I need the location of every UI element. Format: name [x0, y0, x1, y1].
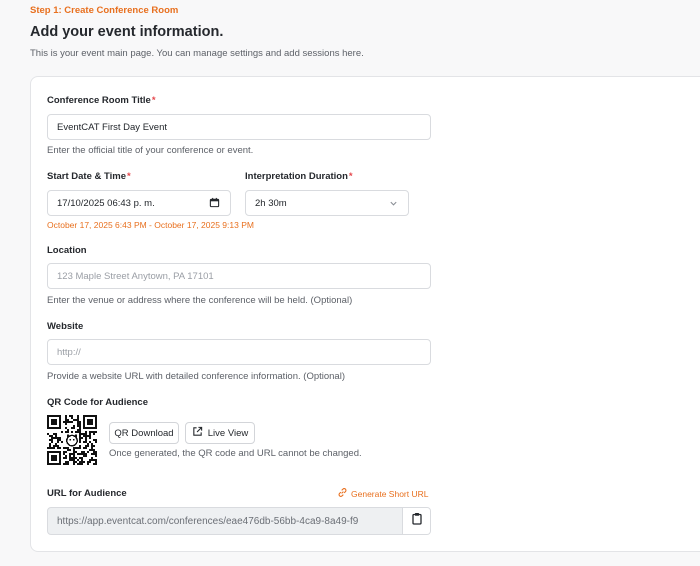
link-icon [337, 487, 348, 500]
website-label: Website [47, 321, 84, 332]
website-input[interactable]: http:// [47, 339, 431, 365]
required-mark: * [348, 171, 353, 182]
live-view-label: Live View [207, 427, 249, 439]
start-datetime-value: 17/10/2025 06:43 p. m. [57, 197, 155, 209]
title-input-value: EventCAT First Day Event [57, 121, 167, 133]
website-placeholder: http:// [57, 346, 81, 358]
location-input[interactable]: 123 Maple Street Anytown, PA 17101 [47, 263, 431, 289]
generate-short-url-link[interactable]: Generate Short URL [337, 487, 428, 500]
title-hint: Enter the official title of your confere… [47, 145, 254, 156]
audience-url-value[interactable]: https://app.eventcat.com/conferences/eae… [48, 516, 402, 527]
qr-label: QR Code for Audience [47, 397, 148, 408]
location-hint: Enter the venue or address where the con… [47, 295, 353, 306]
duration-label: Interpretation Duration* [245, 171, 353, 182]
calendar-icon[interactable] [209, 197, 220, 211]
start-datetime-input[interactable]: 17/10/2025 06:43 p. m. [47, 190, 231, 216]
duration-value: 2h 30m [255, 197, 287, 209]
live-view-button[interactable]: Live View [185, 422, 255, 444]
qr-download-label: QR Download [114, 427, 174, 439]
date-range-note: October 17, 2025 6:43 PM - October 17, 2… [47, 220, 254, 230]
qr-note: Once generated, the QR code and URL cann… [109, 448, 362, 459]
event-form-card: Conference Room Title* EventCAT First Da… [30, 76, 700, 552]
generate-short-url-label: Generate Short URL [351, 488, 429, 499]
copy-url-button[interactable] [402, 508, 430, 534]
required-mark: * [151, 95, 156, 106]
qr-code-image [47, 415, 97, 465]
title-label: Conference Room Title* [47, 95, 156, 106]
location-label: Location [47, 245, 87, 256]
start-date-label: Start Date & Time* [47, 171, 131, 182]
external-link-icon [192, 426, 203, 440]
chevron-down-icon [389, 199, 398, 211]
clipboard-icon [411, 512, 423, 530]
step-label: Step 1: Create Conference Room [30, 5, 179, 16]
required-mark: * [127, 171, 131, 182]
qr-download-button[interactable]: QR Download [109, 422, 179, 444]
page-subtitle: This is your event main page. You can ma… [30, 48, 364, 59]
page-title: Add your event information. [30, 24, 224, 40]
audience-url-field[interactable]: https://app.eventcat.com/conferences/eae… [47, 507, 431, 535]
audience-url-label: URL for Audience [47, 488, 127, 499]
duration-select[interactable]: 2h 30m [245, 190, 409, 216]
title-input[interactable]: EventCAT First Day Event [47, 114, 431, 140]
location-placeholder: 123 Maple Street Anytown, PA 17101 [57, 270, 214, 282]
website-hint: Provide a website URL with detailed conf… [47, 371, 345, 382]
